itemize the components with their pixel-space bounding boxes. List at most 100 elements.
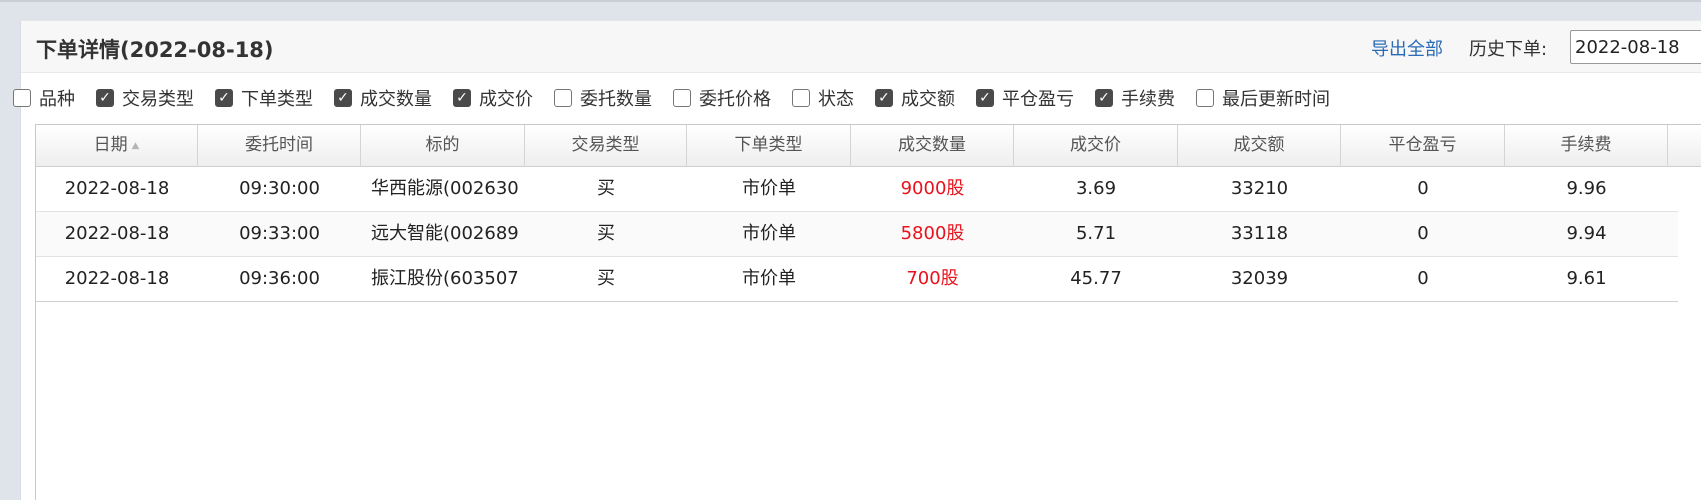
- column-header[interactable]: 委托时间: [198, 125, 361, 167]
- column-header[interactable]: 成交价: [1014, 125, 1178, 167]
- table-row[interactable]: 2022-08-18 09:30:00 华西能源(002630 买 市价单 9000股 3.…: [36, 167, 1678, 212]
- column-toggle-label: 最后更新时间: [1222, 89, 1330, 110]
- table-cell: 0: [1417, 178, 1429, 199]
- column-toggle-label: 委托价格: [699, 89, 771, 110]
- table-cell: 2022-08-18: [64, 178, 170, 199]
- table-cell: 33210: [1230, 178, 1289, 199]
- table-cell: 9.96: [1566, 178, 1607, 199]
- table-cell: 2022-08-18: [64, 223, 170, 244]
- table-body: 2022-08-18 09:30:00 华西能源(002630 买市价单 9000股 3.…: [36, 167, 1678, 302]
- table-cell: 5.71: [1075, 223, 1117, 244]
- checkbox-checked[interactable]: ✓: [453, 89, 471, 107]
- table-cell: 09:36:00: [239, 268, 320, 289]
- checkbox-checked[interactable]: ✓: [1095, 89, 1113, 107]
- table-cell: 市价单: [742, 223, 796, 244]
- table-cell: 33118: [1230, 223, 1289, 244]
- table-row[interactable]: 2022-08-18 09:36:00 振江股份(603507 买 市价单 700股 45.…: [36, 257, 1678, 302]
- checkbox-checked[interactable]: ✓: [976, 89, 994, 107]
- table-cell: 买: [597, 223, 615, 244]
- column-header-label: 成交价: [1070, 135, 1121, 155]
- column-toggle-label: 平仓盈亏: [1002, 89, 1074, 110]
- column-header-label: 委托时间: [245, 135, 313, 155]
- table-cell: 45.77: [1070, 268, 1122, 289]
- column-toggle[interactable]: ✓ 成交额: [875, 85, 955, 111]
- table-cell: 市价单: [742, 268, 796, 289]
- column-header-label: 成交数量: [898, 135, 966, 155]
- checkbox-unchecked[interactable]: [673, 89, 691, 107]
- column-header-label: 平仓盈亏: [1388, 135, 1457, 155]
- column-header[interactable]: 手续费: [1505, 125, 1668, 167]
- column-toggle[interactable]: ✓ 平仓盈亏: [976, 85, 1074, 111]
- table-cell: 9.94: [1566, 223, 1607, 244]
- column-toggle[interactable]: ✓ 交易类型: [96, 85, 194, 111]
- column-toggle-label: 成交额: [901, 89, 955, 110]
- column-header[interactable]: 成交额: [1178, 125, 1341, 167]
- table-cell: 0: [1417, 268, 1429, 289]
- table-cell: 远大智能(002689: [371, 223, 519, 244]
- table-cell: 09:33:00: [239, 223, 320, 244]
- column-header[interactable]: 下单类型: [687, 125, 851, 167]
- sort-updown-icon[interactable]: ▲: [132, 141, 140, 151]
- table-cell: 2022-08-18: [64, 268, 170, 289]
- column-toggle-label: 状态: [818, 89, 854, 110]
- column-toggle[interactable]: 委托价格: [673, 85, 771, 111]
- checkbox-checked[interactable]: ✓: [875, 89, 893, 107]
- order-table: 日期 ▲ 委托时间 标的 交易类型 下单类型 成交数量 成交价 成交额 平仓盈亏 手续费 2022-…: [35, 124, 1701, 500]
- column-toggle-label: 成交价: [479, 89, 533, 110]
- panel-header: 下单详情(2022-08-18) 导出全部 历史下单:: [21, 21, 1701, 73]
- column-toggle[interactable]: 品种: [13, 85, 75, 111]
- column-header-label: 交易类型: [571, 135, 640, 155]
- table-header: 日期 ▲ 委托时间 标的 交易类型 下单类型 成交数量 成交价 成交额 平仓盈亏 手续费: [36, 125, 1701, 167]
- column-toggle-label: 交易类型: [122, 89, 194, 110]
- checkbox-unchecked[interactable]: [554, 89, 572, 107]
- top-divider: [0, 0, 1701, 2]
- column-header[interactable]: 平仓盈亏: [1341, 125, 1505, 167]
- column-toggle[interactable]: ✓ 下单类型: [215, 85, 313, 111]
- table-cell: 9.61: [1566, 268, 1607, 289]
- table-cell: 700股: [906, 268, 959, 289]
- column-toggle[interactable]: 最后更新时间: [1196, 85, 1330, 111]
- column-toggle[interactable]: ✓ 成交价: [453, 85, 533, 111]
- column-toggle[interactable]: ✓ 手续费: [1095, 85, 1175, 111]
- table-cell: 9000股: [900, 178, 965, 199]
- column-header[interactable]: 日期 ▲: [36, 125, 198, 167]
- column-toggle-bar: 品种 ✓ 交易类型 ✓ 下单类型 ✓ 成交数量 ✓ 成交价 委托数量 委托价格 状态 ✓ 成交额 ✓ 平仓盈亏…: [13, 84, 1351, 112]
- table-cell: 0: [1417, 223, 1429, 244]
- table-cell: 市价单: [742, 178, 796, 199]
- column-header-label: 手续费: [1560, 135, 1612, 155]
- checkbox-checked[interactable]: ✓: [96, 89, 114, 107]
- table-cell: 买: [597, 268, 615, 289]
- column-toggle-label: 委托数量: [580, 89, 652, 110]
- table-cell: 32039: [1230, 268, 1289, 289]
- export-all-link[interactable]: 导出全部: [1371, 35, 1443, 61]
- history-order-label: 历史下单:: [1469, 39, 1548, 60]
- top-bar: [0, 0, 1701, 20]
- column-header[interactable]: 交易类型: [525, 125, 687, 167]
- column-header-label: 下单类型: [734, 135, 803, 155]
- column-toggle[interactable]: ✓ 成交数量: [334, 85, 432, 111]
- checkbox-unchecked[interactable]: [792, 89, 810, 107]
- history-date-input[interactable]: [1570, 30, 1701, 64]
- column-toggle-label: 下单类型: [241, 89, 313, 110]
- column-header-label: 日期: [93, 135, 128, 155]
- checkbox-checked[interactable]: ✓: [215, 89, 233, 107]
- checkbox-checked[interactable]: ✓: [334, 89, 352, 107]
- column-header-spacer: [1668, 125, 1701, 167]
- table-cell: 3.69: [1075, 178, 1117, 199]
- column-header-label: 成交额: [1233, 135, 1285, 155]
- checkbox-unchecked[interactable]: [13, 89, 31, 107]
- panel-title: 下单详情(2022-08-18): [36, 38, 274, 62]
- table-cell: 买: [597, 178, 615, 199]
- column-toggle[interactable]: 状态: [792, 85, 854, 111]
- checkbox-unchecked[interactable]: [1196, 89, 1214, 107]
- table-cell: 5800股: [900, 223, 965, 244]
- column-toggle-label: 品种: [39, 89, 75, 110]
- column-toggle-label: 手续费: [1121, 89, 1175, 110]
- table-cell: 振江股份(603507: [371, 268, 519, 289]
- column-toggle-label: 成交数量: [360, 89, 432, 110]
- column-header-label: 标的: [425, 135, 460, 155]
- table-row[interactable]: 2022-08-18 09:33:00 远大智能(002689 买 市价单 5800股 5.…: [36, 212, 1678, 257]
- column-toggle[interactable]: 委托数量: [554, 85, 652, 111]
- column-header[interactable]: 标的: [361, 125, 525, 167]
- column-header[interactable]: 成交数量: [851, 125, 1014, 167]
